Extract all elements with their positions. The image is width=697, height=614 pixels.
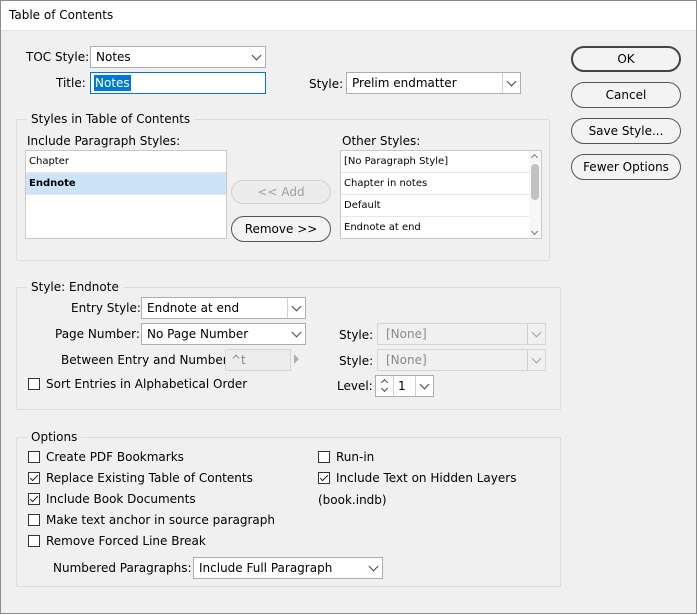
chevron-down-icon xyxy=(527,324,545,344)
make-text-anchor-label: Make text anchor in source paragraph xyxy=(46,513,275,527)
level-stepper[interactable]: 1 xyxy=(375,375,434,397)
chevron-down-icon xyxy=(287,324,305,344)
scrollbar-thumb[interactable] xyxy=(531,164,539,200)
remove-button[interactable]: Remove >> xyxy=(231,216,331,242)
sort-entries-checkbox[interactable] xyxy=(28,378,40,390)
chevron-down-icon xyxy=(527,350,545,370)
include-book-docs-checkbox[interactable] xyxy=(28,493,40,505)
remove-forced-break-checkbox[interactable] xyxy=(28,535,40,547)
toc-style-label: TOC Style: xyxy=(26,50,90,64)
numbered-paragraphs-label: Numbered Paragraphs: xyxy=(53,561,192,575)
chevron-down-icon xyxy=(287,298,305,318)
toc-style-value: Notes xyxy=(96,50,131,64)
options-title: Options xyxy=(27,430,82,444)
replace-existing-checkbox[interactable] xyxy=(28,472,40,484)
include-styles-list[interactable]: Chapter Endnote xyxy=(25,150,227,239)
title-bar: Table of Contents xyxy=(0,0,697,31)
list-item[interactable]: Endnote at end xyxy=(341,217,529,238)
include-styles-label: Include Paragraph Styles: xyxy=(27,134,181,148)
checkmark-icon xyxy=(319,472,329,482)
other-styles-list[interactable]: [No Paragraph Style] Chapter in notes De… xyxy=(340,150,542,239)
between-entry-input[interactable]: ^t xyxy=(225,349,291,371)
title-style-value: Prelim endmatter xyxy=(352,76,457,90)
run-in-label: Run-in xyxy=(336,450,375,464)
chevron-down-icon xyxy=(247,47,265,67)
ok-button[interactable]: OK xyxy=(571,46,681,72)
scroll-down-icon[interactable] xyxy=(530,227,539,236)
list-item[interactable]: [No Paragraph Style] xyxy=(341,151,529,173)
chevron-down-icon[interactable] xyxy=(380,384,389,393)
numbered-paragraphs-dropdown[interactable]: Include Full Paragraph xyxy=(193,557,383,579)
styles-in-toc-title: Styles in Table of Contents xyxy=(27,112,195,126)
create-pdf-bookmarks-label: Create PDF Bookmarks xyxy=(46,450,184,464)
make-text-anchor-checkbox[interactable] xyxy=(28,514,40,526)
scroll-up-icon[interactable] xyxy=(530,153,539,162)
title-style-label: Style: xyxy=(309,77,344,91)
list-item[interactable]: Chapter in notes xyxy=(341,173,529,195)
page-number-style-label: Style: xyxy=(339,328,374,342)
list-item-selected[interactable]: Endnote xyxy=(26,173,226,195)
between-entry-value: ^t xyxy=(231,353,246,367)
list-item[interactable]: Chapter xyxy=(26,151,226,173)
title-label: Title: xyxy=(56,76,86,90)
entry-style-value: Endnote at end xyxy=(147,301,240,315)
page-number-style-value: [None] xyxy=(386,327,427,341)
add-button[interactable]: << Add xyxy=(231,180,331,204)
chevron-down-icon xyxy=(364,558,382,578)
fewer-options-button[interactable]: Fewer Options xyxy=(571,154,681,180)
level-stepper-arrows[interactable] xyxy=(376,376,394,396)
create-pdf-bookmarks-checkbox[interactable] xyxy=(28,451,40,463)
style-endnote-title: Style: Endnote xyxy=(27,280,123,294)
toc-style-dropdown[interactable]: Notes xyxy=(90,46,266,68)
between-style-label: Style: xyxy=(339,354,374,368)
include-book-docs-label: Include Book Documents xyxy=(46,492,196,506)
remove-forced-break-label: Remove Forced Line Break xyxy=(46,534,206,548)
other-styles-scrollbar[interactable] xyxy=(529,151,541,238)
include-hidden-layers-checkbox[interactable] xyxy=(318,472,330,484)
between-entry-label: Between Entry and Number: xyxy=(61,353,232,367)
cancel-button[interactable]: Cancel xyxy=(571,82,681,108)
checkmark-icon xyxy=(29,493,39,503)
run-in-checkbox[interactable] xyxy=(318,451,330,463)
title-input[interactable]: Notes xyxy=(90,72,266,94)
entry-style-label: Entry Style: xyxy=(71,301,141,315)
other-styles-label: Other Styles: xyxy=(342,134,421,148)
book-name: (book.indb) xyxy=(318,493,387,507)
between-style-value: [None] xyxy=(386,353,427,367)
page-number-value: No Page Number xyxy=(147,327,249,341)
window-title: Table of Contents xyxy=(9,8,114,22)
title-style-dropdown[interactable]: Prelim endmatter xyxy=(346,72,521,94)
level-value: 1 xyxy=(398,379,406,393)
title-input-value: Notes xyxy=(94,75,131,91)
list-item[interactable]: Default xyxy=(341,195,529,217)
page-number-label: Page Number: xyxy=(55,327,140,341)
page-number-dropdown[interactable]: No Page Number xyxy=(141,323,306,345)
page-number-style-dropdown[interactable]: [None] xyxy=(377,323,546,345)
chevron-down-icon xyxy=(502,73,520,93)
numbered-paragraphs-value: Include Full Paragraph xyxy=(199,561,333,575)
level-label: Level: xyxy=(337,379,373,393)
save-style-button[interactable]: Save Style... xyxy=(571,118,681,144)
sort-entries-label: Sort Entries in Alphabetical Order xyxy=(46,377,248,391)
entry-style-dropdown[interactable]: Endnote at end xyxy=(141,297,306,319)
replace-existing-label: Replace Existing Table of Contents xyxy=(46,471,253,485)
checkmark-icon xyxy=(29,472,39,482)
chevron-down-icon[interactable] xyxy=(415,376,433,396)
include-hidden-layers-label: Include Text on Hidden Layers xyxy=(336,471,517,485)
between-style-dropdown[interactable]: [None] xyxy=(377,349,546,371)
caret-right-icon[interactable] xyxy=(294,354,299,364)
